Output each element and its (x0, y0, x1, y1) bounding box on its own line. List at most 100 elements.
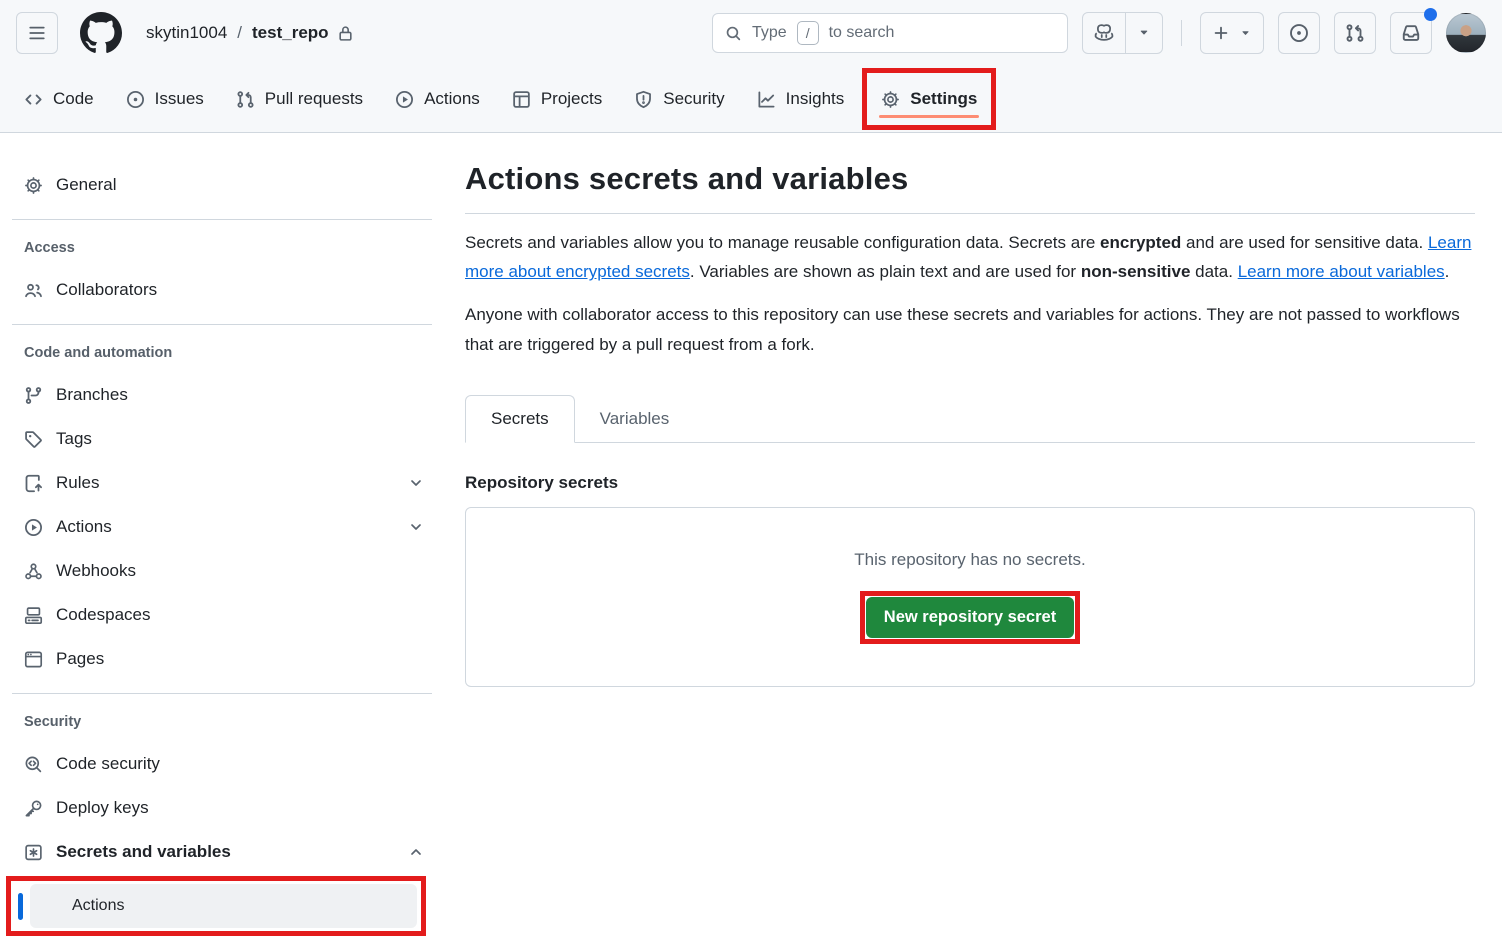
sidebar-item-webhooks[interactable]: Webhooks (16, 549, 432, 593)
tab-pull-requests[interactable]: Pull requests (222, 66, 377, 132)
breadcrumb-owner[interactable]: skytin1004 (146, 23, 227, 43)
sidebar-subitem-actions-secrets[interactable]: Actions (30, 884, 417, 928)
empty-secrets-box: This repository has no secrets. New repo… (465, 507, 1475, 687)
text-segment: non-sensitive (1081, 262, 1191, 281)
inbox-icon (1401, 23, 1421, 43)
three-bars-icon (28, 24, 46, 42)
graph-icon (757, 90, 776, 109)
tab-projects[interactable]: Projects (498, 66, 616, 132)
chevron-down-icon[interactable] (408, 519, 424, 535)
github-logo-icon[interactable] (80, 12, 122, 54)
tab-insights[interactable]: Insights (743, 66, 859, 132)
git-pull-request-icon (236, 90, 255, 109)
copilot-icon (1094, 23, 1114, 43)
tab-variables[interactable]: Variables (575, 396, 695, 442)
empty-state-text: This repository has no secrets. (854, 550, 1085, 570)
issue-opened-icon (126, 90, 145, 109)
hamburger-menu-button[interactable] (16, 12, 58, 54)
annotation-box-new-secret-button: New repository secret (860, 591, 1080, 644)
triangle-down-icon (1239, 27, 1252, 40)
text-segment: data. (1190, 262, 1237, 281)
search-input[interactable]: Type / to search (712, 13, 1068, 53)
new-repository-secret-button[interactable]: New repository secret (866, 597, 1074, 638)
lock-icon (337, 25, 354, 42)
sidebar-item-label: Codespaces (56, 605, 151, 625)
issue-opened-icon (1289, 23, 1309, 43)
sidebar-item-label: Pages (56, 649, 104, 669)
user-avatar[interactable] (1446, 13, 1486, 53)
play-icon (24, 518, 43, 537)
sidebar-item-label: Tags (56, 429, 92, 449)
shield-icon (634, 90, 653, 109)
sidebar-item-label: Webhooks (56, 561, 136, 581)
gear-icon (24, 176, 43, 195)
tab-label: Actions (424, 89, 480, 109)
inline-link[interactable]: Learn more about variables (1238, 262, 1445, 281)
sidebar-section-security: Security (16, 704, 432, 742)
sidebar-item-collaborators[interactable]: Collaborators (16, 268, 432, 312)
breadcrumb: skytin1004 / test_repo (146, 23, 354, 43)
text-segment: Secrets and variables allow you to manag… (465, 233, 1100, 252)
search-placeholder-suffix: to search (829, 24, 895, 42)
copilot-button[interactable] (1083, 13, 1125, 53)
key-icon (24, 799, 43, 818)
sidebar-item-secrets-and-variables[interactable]: Secrets and variables (16, 830, 432, 874)
sidebar-section-access: Access (16, 230, 432, 268)
copilot-dropdown-button[interactable] (1125, 13, 1162, 53)
sidebar-item-general[interactable]: General (16, 163, 432, 207)
sidebar-item-rules[interactable]: Rules (16, 461, 432, 505)
asterisk-box-icon (24, 843, 43, 862)
copilot-button-group (1082, 12, 1163, 54)
tab-settings[interactable]: Settings (867, 73, 991, 125)
search-icon (725, 25, 742, 42)
text-segment: encrypted (1100, 233, 1181, 252)
pull-requests-button[interactable] (1334, 12, 1376, 54)
browser-icon (24, 650, 43, 669)
tab-label: Pull requests (265, 89, 363, 109)
people-icon (24, 281, 43, 300)
second-paragraph: Anyone with collaborator access to this … (465, 300, 1475, 358)
chevron-up-icon[interactable] (408, 844, 424, 860)
sidebar-item-actions[interactable]: Actions (16, 505, 432, 549)
tab-label: Settings (910, 89, 977, 109)
settings-sidebar: General Access Collaborators Code and au… (0, 133, 444, 942)
create-new-button[interactable] (1200, 12, 1264, 54)
tag-icon (24, 430, 43, 449)
table-icon (512, 90, 531, 109)
breadcrumb-repo[interactable]: test_repo (252, 23, 354, 43)
webhook-icon (24, 562, 43, 581)
sidebar-section-code-automation: Code and automation (16, 335, 432, 373)
chevron-down-icon[interactable] (408, 475, 424, 491)
tab-label: Insights (786, 89, 845, 109)
code-icon (24, 90, 43, 109)
annotation-box-settings: Settings (862, 68, 996, 130)
sidebar-item-codespaces[interactable]: Codespaces (16, 593, 432, 637)
sidebar-item-label: Rules (56, 473, 99, 493)
main-panel: Actions secrets and variables Secrets an… (444, 133, 1502, 687)
tab-label: Code (53, 89, 94, 109)
tab-security[interactable]: Security (620, 66, 738, 132)
sidebar-item-branches[interactable]: Branches (16, 373, 432, 417)
breadcrumb-separator: / (237, 23, 242, 43)
tab-code[interactable]: Code (10, 66, 108, 132)
git-pull-request-icon (1345, 23, 1365, 43)
sidebar-item-code-security[interactable]: Code security (16, 742, 432, 786)
rules-icon (24, 474, 43, 493)
sidebar-item-pages[interactable]: Pages (16, 637, 432, 681)
git-branch-icon (24, 386, 43, 405)
sidebar-divider (12, 693, 432, 694)
play-icon (395, 90, 414, 109)
issues-button[interactable] (1278, 12, 1320, 54)
repo-name: test_repo (252, 23, 329, 43)
sidebar-item-deploy-keys[interactable]: Deploy keys (16, 786, 432, 830)
annotation-box-sidebar-actions: Actions (6, 876, 426, 936)
codescan-icon (24, 755, 43, 774)
sidebar-item-label: Actions (72, 897, 124, 915)
sidebar-item-tags[interactable]: Tags (16, 417, 432, 461)
notification-dot (1424, 8, 1437, 21)
tab-secrets[interactable]: Secrets (465, 395, 575, 443)
page-title: Actions secrets and variables (465, 161, 1475, 197)
sidebar-divider (12, 324, 432, 325)
tab-actions[interactable]: Actions (381, 66, 494, 132)
tab-issues[interactable]: Issues (112, 66, 218, 132)
